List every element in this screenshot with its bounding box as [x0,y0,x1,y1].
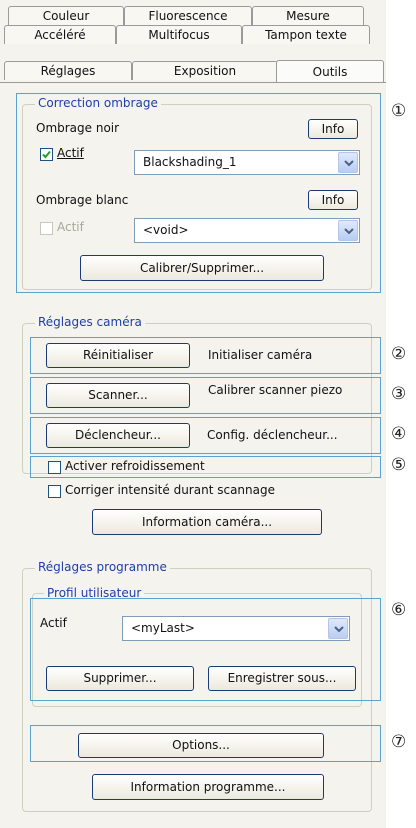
camera-settings-legend: Réglages caméra [35,315,145,329]
callout-number-1: ① [391,101,407,121]
intensity-correction-checkbox[interactable] [48,485,61,498]
camera-info-button[interactable]: Information caméra... [92,509,322,535]
tab-reglages[interactable]: Réglages [4,61,132,80]
callout-number-4: ④ [391,424,407,444]
tab-exposition[interactable]: Exposition [132,61,278,80]
tab-tampon-texte[interactable]: Tampon texte [242,25,370,44]
callout-number-6: ⑥ [391,600,407,620]
callout-number-3: ③ [391,384,407,404]
callout-number-5: ⑤ [391,455,407,475]
callout-frame-5 [30,456,381,478]
intensity-correction-label: Corriger intensité durant scannage [65,483,275,497]
tab-fluorescence[interactable]: Fluorescence [124,6,252,25]
callout-number-2: ② [391,344,407,364]
callout-frame-7 [30,725,381,762]
callout-number-7: ⑦ [391,732,407,752]
callout-frame-2 [30,337,381,374]
tab-multifocus[interactable]: Multifocus [116,25,242,44]
callout-frame-3 [30,377,381,414]
callout-frame-1 [16,93,381,293]
program-settings-legend: Réglages programme [35,560,170,574]
tab-couleur[interactable]: Couleur [8,6,124,25]
callout-frame-4 [30,417,381,454]
tab-mesure[interactable]: Mesure [252,6,364,25]
tab-accelere[interactable]: Accéléré [4,25,116,44]
callout-frame-6 [30,598,381,701]
tab-outils[interactable]: Outils [276,60,384,82]
program-info-button[interactable]: Information programme... [92,774,324,800]
